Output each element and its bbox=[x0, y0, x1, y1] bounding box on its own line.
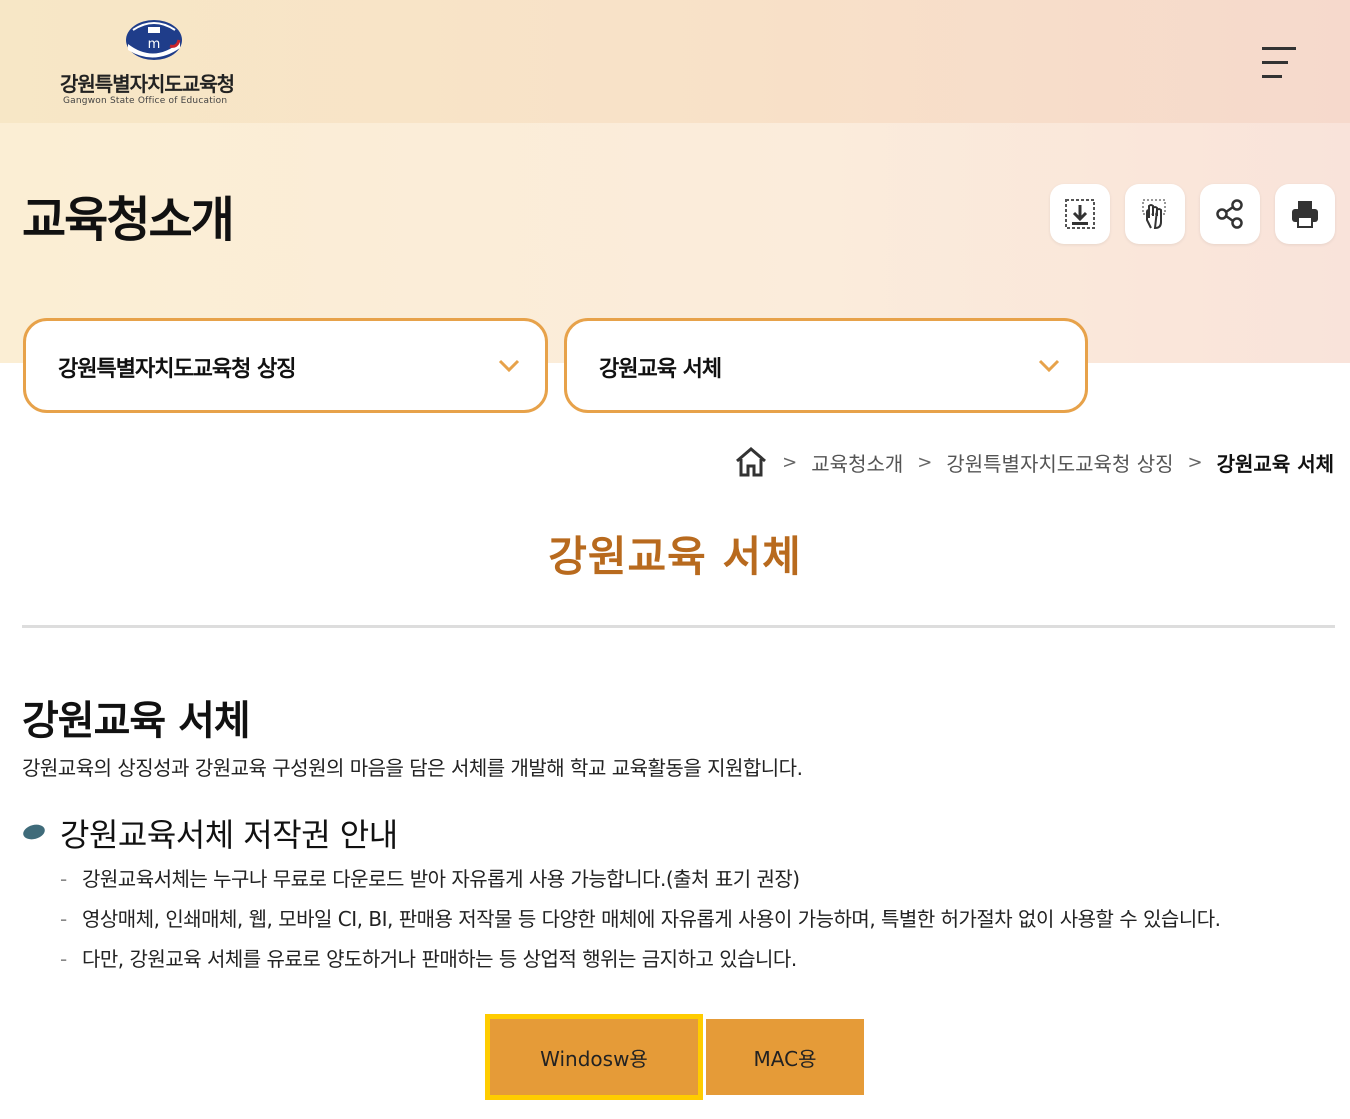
hamburger-menu-icon[interactable] bbox=[1258, 44, 1300, 82]
site-header: m 강원특별자치도교육청 Gangwon State Office of Edu… bbox=[0, 0, 1350, 123]
home-icon[interactable] bbox=[734, 446, 768, 478]
print-icon bbox=[1292, 201, 1318, 228]
category-select[interactable]: 강원특별자치도교육청 상징 bbox=[23, 318, 548, 413]
windows-download-button[interactable]: Windosw용 bbox=[485, 1014, 703, 1100]
divider bbox=[22, 625, 1335, 628]
breadcrumb-item[interactable]: 강원특별자치도교육청 상징 bbox=[946, 448, 1173, 477]
breadcrumb: > 교육청소개 > 강원특별자치도교육청 상징 > 강원교육 서체 bbox=[734, 446, 1334, 478]
download-button[interactable] bbox=[1050, 184, 1110, 244]
touch-icon bbox=[1142, 199, 1166, 230]
share-icon bbox=[1216, 199, 1243, 229]
breadcrumb-current: 강원교육 서체 bbox=[1216, 451, 1334, 476]
content-description: 강원교육의 상징성과 강원교육 구성원의 마음을 담은 서체를 개발해 학교 교… bbox=[22, 756, 803, 780]
note-item: 강원교육서체는 누구나 무료로 다운로드 받아 자유롭게 사용 가능합니다.(출… bbox=[58, 864, 1278, 894]
breadcrumb-separator: > bbox=[1187, 451, 1203, 473]
chevron-down-icon bbox=[1038, 359, 1060, 373]
touch-button[interactable] bbox=[1125, 184, 1185, 244]
site-logo[interactable]: m 강원특별자치도교육청 Gangwon State Office of Edu… bbox=[60, 18, 250, 110]
svg-text:m: m bbox=[148, 37, 161, 52]
category-select-label: 강원특별자치도교육청 상징 bbox=[58, 357, 297, 382]
logo-subtitle: Gangwon State Office of Education bbox=[63, 96, 228, 106]
logo-name: 강원특별자치도교육청 bbox=[60, 72, 235, 96]
copyright-notes: 강원교육서체는 누구나 무료로 다운로드 받아 자유롭게 사용 가능합니다.(출… bbox=[58, 864, 1278, 984]
download-icon bbox=[1065, 199, 1095, 229]
section-title: 강원교육 서체 bbox=[548, 532, 802, 581]
chevron-down-icon bbox=[498, 359, 520, 373]
share-button[interactable] bbox=[1200, 184, 1260, 244]
subcategory-select[interactable]: 강원교육 서체 bbox=[564, 318, 1088, 413]
copyright-heading: 강원교육서체 저작권 안내 bbox=[60, 816, 398, 854]
content-heading: 강원교육 서체 bbox=[22, 698, 251, 744]
note-item: 영상매체, 인쇄매체, 웹, 모바일 CI, BI, 판매용 저작물 등 다양한… bbox=[58, 904, 1278, 934]
breadcrumb-separator: > bbox=[782, 451, 798, 473]
emblem-icon: m bbox=[126, 20, 182, 60]
note-item: 다만, 강원교육 서체를 유료로 양도하거나 판매하는 등 상업적 행위는 금지… bbox=[58, 944, 1278, 974]
breadcrumb-item[interactable]: 교육청소개 bbox=[811, 448, 903, 477]
subcategory-select-label: 강원교육 서체 bbox=[599, 357, 722, 382]
bullet-icon bbox=[23, 824, 45, 840]
page-title: 교육청소개 bbox=[22, 192, 235, 248]
print-button[interactable] bbox=[1275, 184, 1335, 244]
breadcrumb-separator: > bbox=[917, 451, 933, 473]
mac-download-button[interactable]: MAC용 bbox=[706, 1019, 864, 1095]
